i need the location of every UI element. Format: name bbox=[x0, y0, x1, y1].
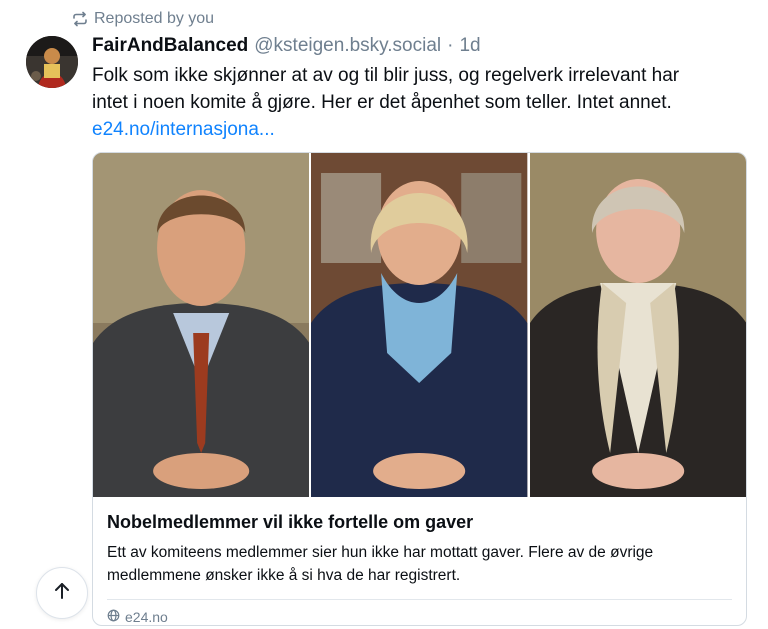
post-text-line: Folk som ikke skjønner at av og til blir… bbox=[92, 65, 680, 86]
post-header: FairAndBalanced @ksteigen.bsky.social · … bbox=[92, 35, 481, 57]
card-description: Ett av komiteens medlemmer sier hun ikke… bbox=[107, 541, 732, 587]
repost-indicator[interactable]: Reposted by you bbox=[72, 10, 214, 28]
portrait-photo-1 bbox=[93, 153, 310, 497]
scroll-to-top-button[interactable] bbox=[36, 567, 88, 619]
repost-label: Reposted by you bbox=[94, 10, 215, 27]
card-description-line: medlemmene ønsker ikke å si hva de har r… bbox=[107, 567, 461, 584]
card-source-label: e24.no bbox=[125, 609, 168, 625]
avatar[interactable] bbox=[26, 36, 78, 88]
post-link[interactable]: e24.no/internasjona... bbox=[92, 116, 732, 143]
separator-dot: · bbox=[447, 35, 454, 56]
card-title[interactable]: Nobelmedlemmer vil ikke fortelle om gave… bbox=[107, 512, 732, 533]
card-body: Nobelmedlemmer vil ikke fortelle om gave… bbox=[93, 497, 746, 625]
card-source: e24.no bbox=[107, 600, 732, 625]
post-body: Folk som ikke skjønner at av og til blir… bbox=[92, 62, 732, 143]
card-image bbox=[93, 153, 746, 497]
globe-icon bbox=[107, 609, 120, 625]
post-text-line: intet i noen komite å gjøre. Her er det … bbox=[92, 92, 672, 113]
post-age[interactable]: 1d bbox=[459, 35, 480, 57]
portrait-photo-2 bbox=[311, 153, 528, 497]
card-description-line: Ett av komiteens medlemmer sier hun ikke… bbox=[107, 544, 654, 561]
link-preview-card[interactable]: Nobelmedlemmer vil ikke fortelle om gave… bbox=[92, 152, 747, 626]
author-handle[interactable]: @ksteigen.bsky.social bbox=[254, 35, 441, 57]
arrow-up-icon bbox=[52, 581, 72, 606]
author-name[interactable]: FairAndBalanced bbox=[92, 35, 248, 57]
portrait-photo-3 bbox=[529, 153, 746, 497]
repost-icon bbox=[72, 11, 88, 27]
